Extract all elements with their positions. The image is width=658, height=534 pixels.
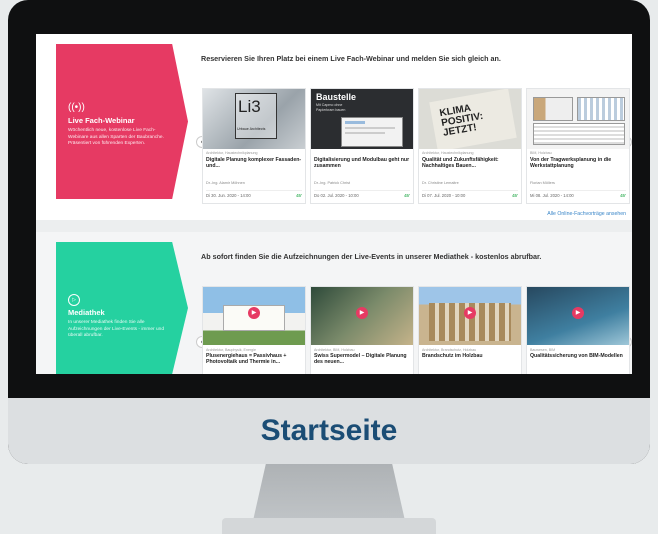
play-icon[interactable]: ▶	[356, 307, 368, 319]
webinar-card[interactable]: KLIMA POSITIV: JETZT! Architektur, Haust…	[418, 88, 522, 204]
screen: ((•)) Live Fach-Webinar Wöchentlich neue…	[36, 34, 632, 374]
card-image	[527, 89, 629, 149]
monitor-stand-base	[222, 518, 436, 534]
webinar-card[interactable]: Li3 Urbaue Architects Architektur, Haust…	[202, 88, 306, 204]
video-thumbnail: ▶	[203, 287, 305, 345]
webinar-heading: Reservieren Sie Ihren Platz bei einem Li…	[201, 54, 501, 63]
card-image: Li3 Urbaue Architects	[203, 89, 305, 149]
video-thumbnail: ▶	[527, 287, 629, 345]
card-image: KLIMA POSITIV: JETZT!	[419, 89, 521, 149]
mediathek-card[interactable]: ▶ Architektur, Bauphysik, Energie Plusen…	[202, 286, 306, 374]
video-thumbnail: ▶	[419, 287, 521, 345]
mediathek-card[interactable]: ▶ Bauwesen, BIM Qualitätssicherung von B…	[526, 286, 630, 374]
webinar-title: Live Fach-Webinar	[68, 116, 135, 125]
webinar-card[interactable]: BIM, Holzbau Von der Tragwerksplanung in…	[526, 88, 630, 204]
mediathek-card[interactable]: ▶ Architektur, Brandschutz, Holzbau Bran…	[418, 286, 522, 374]
play-icon[interactable]: ▶	[572, 307, 584, 319]
all-webinars-link[interactable]: Alle Online-Fachvorträge ansehen	[547, 211, 626, 217]
mediathek-banner[interactable]: ▷ Mediathek In unserer Mediathek finden …	[56, 242, 188, 374]
webinar-section: ((•)) Live Fach-Webinar Wöchentlich neue…	[36, 34, 632, 220]
video-thumbnail: ▶	[311, 287, 413, 345]
mediathek-text: In unserer Mediathek finden Sie alle Auf…	[68, 320, 164, 338]
broadcast-icon: ((•))	[68, 102, 85, 113]
play-icon[interactable]: ▶	[464, 307, 476, 319]
webinar-card[interactable]: Baustelle Mit Capmo ohne Papierkram baue…	[310, 88, 414, 204]
play-icon[interactable]: ▶	[248, 307, 260, 319]
mediathek-title: Mediathek	[68, 308, 105, 317]
section-divider	[36, 220, 632, 232]
mediathek-section: ▷ Mediathek In unserer Mediathek finden …	[36, 232, 632, 374]
webinar-text: Wöchentlich neue, kostenlose Live Fach-W…	[68, 128, 164, 146]
webinar-banner[interactable]: ((•)) Live Fach-Webinar Wöchentlich neue…	[56, 44, 188, 199]
mediathek-card[interactable]: ▶ Architektur, BIM, Holzbau Swiss Superm…	[310, 286, 414, 374]
mediathek-heading: Ab sofort finden Sie die Aufzeichnungen …	[201, 252, 542, 261]
card-image: Baustelle Mit Capmo ohne Papierkram baue…	[311, 89, 413, 149]
caption-startseite: Startseite	[260, 414, 398, 447]
play-circle-icon: ▷	[68, 294, 80, 306]
